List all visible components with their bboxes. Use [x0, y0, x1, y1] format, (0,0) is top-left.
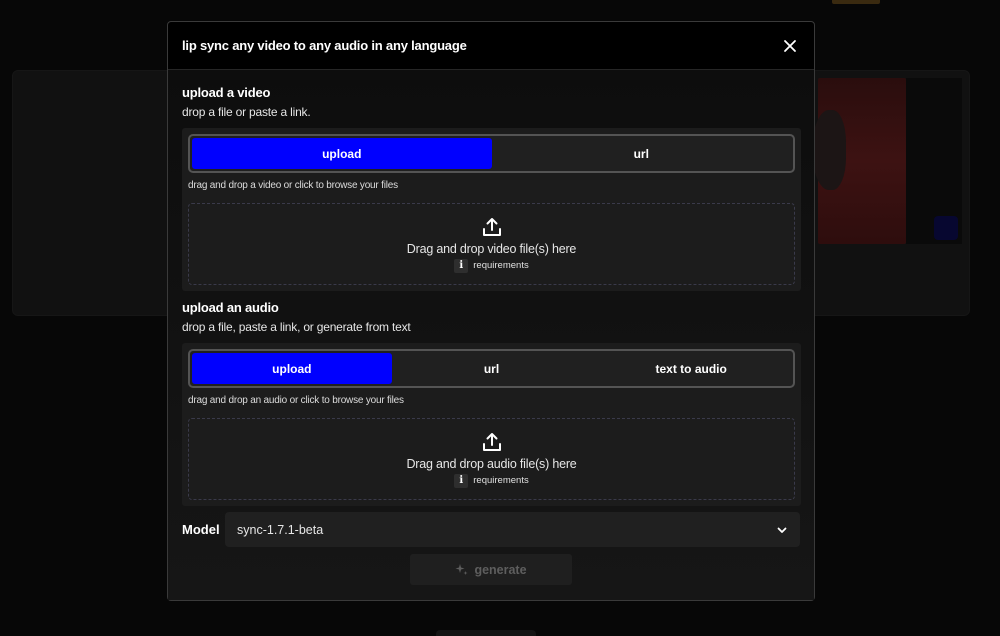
audio-dropzone-text: Drag and drop audio file(s) here	[406, 456, 577, 471]
modal-body: upload a video drop a file or paste a li…	[168, 70, 814, 600]
model-label: Model	[182, 522, 220, 537]
audio-section-subtitle: drop a file, paste a link, or generate f…	[182, 320, 411, 334]
modal-title: lip sync any video to any audio in any l…	[182, 38, 467, 53]
video-upload-panel: upload url drag and drop a video or clic…	[182, 128, 801, 291]
video-section-subtitle: drop a file or paste a link.	[182, 105, 311, 119]
background-accent	[832, 0, 880, 4]
close-icon	[784, 39, 796, 52]
audio-requirements-label: requirements	[473, 475, 529, 486]
video-section-title: upload a video	[182, 85, 271, 100]
audio-requirements[interactable]: i requirements	[454, 473, 529, 488]
audio-upload-panel: upload url text to audio drag and drop a…	[182, 343, 801, 506]
generate-label: generate	[474, 562, 527, 577]
video-drop-hint: drag and drop a video or click to browse…	[188, 180, 398, 191]
video-tab-upload[interactable]: upload	[192, 138, 492, 169]
video-dropzone[interactable]: Drag and drop video file(s) here i requi…	[188, 203, 795, 285]
chevron-down-icon	[777, 527, 787, 533]
generate-button[interactable]: generate	[410, 554, 572, 585]
video-source-tabs: upload url	[188, 134, 795, 173]
audio-tab-text-to-audio[interactable]: text to audio	[591, 353, 791, 384]
background-thumbnail-figure	[812, 110, 846, 190]
audio-tab-upload[interactable]: upload	[192, 353, 392, 384]
background-bottom-tab	[436, 630, 536, 636]
audio-dropzone[interactable]: Drag and drop audio file(s) here i requi…	[188, 418, 795, 500]
close-button[interactable]	[780, 36, 800, 56]
video-dropzone-text: Drag and drop video file(s) here	[406, 241, 577, 256]
video-tab-url[interactable]: url	[492, 138, 792, 169]
audio-tab-url[interactable]: url	[392, 353, 592, 384]
audio-source-tabs: upload url text to audio	[188, 349, 795, 388]
video-requirements-label: requirements	[473, 260, 529, 271]
upload-icon	[482, 432, 501, 451]
model-selected-value: sync-1.7.1-beta	[237, 522, 324, 537]
modal-header: lip sync any video to any audio in any l…	[168, 22, 814, 70]
video-requirements[interactable]: i requirements	[454, 258, 529, 273]
background-button	[934, 216, 958, 240]
audio-drop-hint: drag and drop an audio or click to brows…	[188, 395, 404, 406]
sparkle-icon	[455, 564, 468, 575]
audio-section-title: upload an audio	[182, 300, 279, 315]
info-icon: i	[454, 258, 469, 273]
upload-icon	[482, 217, 501, 236]
lipsync-modal: lip sync any video to any audio in any l…	[167, 21, 815, 601]
info-icon: i	[454, 473, 469, 488]
model-select[interactable]: sync-1.7.1-beta	[225, 512, 800, 547]
